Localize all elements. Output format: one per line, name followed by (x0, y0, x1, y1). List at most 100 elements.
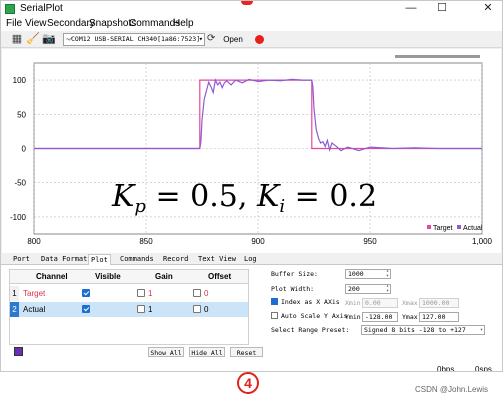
close-button[interactable]: ✕ (478, 1, 498, 17)
auto-scale-y-label: Auto Scale Y Axis (281, 312, 348, 320)
tab-log[interactable]: Log (242, 254, 259, 265)
x-tick-label: 900 (251, 237, 265, 246)
title-bar: SerialPlot — ☐ ✕ (1, 1, 502, 17)
ymax-value: 127.00 (422, 313, 446, 321)
menu-view[interactable]: View (25, 18, 47, 29)
gain-formula: Kp = 0.5, Ki = 0.2 (112, 179, 377, 217)
window-title: SerialPlot (20, 3, 63, 14)
visible-checkbox[interactable] (82, 289, 90, 297)
channel-row[interactable]: 2 Actual 1 0 (10, 302, 248, 317)
show-all-button[interactable]: Show All (148, 347, 184, 357)
gain-checkbox[interactable] (137, 305, 145, 313)
buffer-size-label: Buffer Size: (271, 270, 318, 278)
buffer-size-input[interactable]: 1000 ▴ ▾ (345, 269, 391, 279)
watermark: CSDN @John.Lewis (415, 385, 489, 394)
record-button[interactable] (255, 35, 264, 44)
reset-button[interactable]: Reset (230, 347, 263, 357)
tab-data-format[interactable]: Data Format (39, 254, 89, 265)
gain-value[interactable]: 1 (148, 302, 152, 317)
xmax-input[interactable]: 1000.00 (419, 298, 459, 308)
maximize-button[interactable]: ☐ (432, 1, 452, 17)
range-preset-select[interactable]: Signed 8 bits -128 to +127 ▾ (361, 325, 485, 335)
spin-arrows-icon: ▴ ▾ (385, 269, 389, 279)
plot-width-input[interactable]: 200 ▴ ▾ (345, 284, 391, 294)
kp-value: = 0.5, (145, 179, 257, 214)
channel-number: 2 (10, 302, 19, 317)
menu-bar: File View Secondary Snapshots Commands H… (1, 17, 502, 31)
sps-rate: 0sps (475, 365, 492, 372)
menu-secondary[interactable]: Secondary (47, 18, 95, 29)
tab-text-view[interactable]: Text View (196, 254, 238, 265)
zoom-bar (395, 55, 480, 58)
offset-checkbox[interactable] (193, 305, 201, 313)
kp-symbol: K (112, 179, 135, 214)
y-tick-label: -50 (14, 179, 26, 188)
channel-table: Channel Visible Gain Offset 1 Target 1 0… (9, 269, 249, 345)
app-icon (5, 4, 15, 14)
step-marker-4: 4 (237, 372, 259, 394)
plot-area[interactable]: 800 850 900 950 1,000 100 50 0 -50 -100 Target Actu… (2, 49, 501, 253)
y-tick-label: 50 (17, 110, 26, 119)
index-as-x-checkbox[interactable] (271, 298, 278, 305)
plot-width-value: 200 (348, 285, 360, 293)
offset-value[interactable]: 0 (204, 286, 208, 301)
ymin-input[interactable]: -128.00 (362, 312, 398, 322)
gain-value[interactable]: 1 (148, 286, 152, 301)
clear-brush-icon[interactable]: 🧹 (26, 33, 40, 46)
port-select-value: ~⁄COM12 USB-SERIAL CH340[1a86:7523] (66, 35, 201, 43)
auto-scale-y-checkbox[interactable] (271, 312, 278, 319)
chevron-down-icon: ▾ (479, 327, 483, 333)
ki-value: = 0.2 (285, 179, 378, 214)
header-gain: Gain (155, 272, 173, 281)
grid-icon[interactable]: ▦ (10, 33, 24, 46)
serialplot-window: SerialPlot — ☐ ✕ File View Secondary Sna… (0, 0, 503, 372)
xmin-input[interactable]: 0.00 (362, 298, 398, 308)
channel-name[interactable]: Target (23, 286, 45, 301)
y-tick-label: -100 (10, 213, 27, 222)
header-visible: Visible (95, 272, 121, 281)
refresh-icon[interactable]: ⟳ (207, 33, 215, 44)
range-preset-label: Select Range Preset: (271, 326, 350, 334)
gain-checkbox[interactable] (137, 289, 145, 297)
camera-icon[interactable]: 📷 (42, 33, 56, 46)
port-select[interactable]: ~⁄COM12 USB-SERIAL CH340[1a86:7523] ▾ (63, 33, 205, 46)
channel-color-swatch[interactable] (14, 347, 23, 356)
menu-help[interactable]: Help (173, 18, 194, 29)
x-tick-label: 850 (139, 237, 153, 246)
offset-checkbox[interactable] (193, 289, 201, 297)
channel-table-header: Channel Visible Gain Offset (10, 270, 248, 284)
xmin-label: Xmin (345, 299, 361, 307)
open-button[interactable]: Open (221, 33, 245, 46)
y-tick-label: 100 (13, 76, 27, 85)
x-tick-label: 800 (27, 237, 41, 246)
legend-swatch (427, 225, 431, 229)
channel-row[interactable]: 1 Target 1 0 (10, 286, 248, 301)
menu-file[interactable]: File (6, 18, 22, 29)
kp-subscript: p (134, 196, 146, 217)
hide-all-button[interactable]: Hide All (189, 347, 225, 357)
offset-value[interactable]: 0 (204, 302, 208, 317)
spin-arrows-icon: ▴ ▾ (385, 284, 389, 294)
ymax-input[interactable]: 127.00 (419, 312, 459, 322)
tab-commands[interactable]: Commands (118, 254, 156, 265)
channel-number: 1 (10, 286, 19, 301)
xmin-value: 0.00 (365, 299, 381, 307)
tab-record[interactable]: Record (161, 254, 190, 265)
header-offset: Offset (208, 272, 232, 281)
bps-rate: 0bps (437, 365, 455, 372)
plot-canvas[interactable]: 800 850 900 950 1,000 100 50 0 -50 -100 Target Actu… (2, 49, 501, 253)
channel-name[interactable]: Actual (23, 302, 45, 317)
plot-settings-panel: Channel Visible Gain Offset 1 Target 1 0… (1, 265, 502, 371)
x-tick-label: 1,000 (472, 237, 493, 246)
minimize-button[interactable]: — (401, 1, 421, 17)
ymax-label: Ymax (402, 313, 418, 321)
legend-entry: Actual (463, 225, 483, 232)
tab-port[interactable]: Port (11, 254, 32, 265)
visible-checkbox[interactable] (82, 305, 90, 313)
ki-symbol: K (256, 179, 280, 214)
tab-plot[interactable]: Plot (88, 254, 111, 265)
legend-entry: Target (433, 225, 453, 232)
y-tick-label: 0 (22, 145, 27, 154)
buffer-size-value: 1000 (348, 270, 364, 278)
xmax-label: Xmax (402, 299, 418, 307)
